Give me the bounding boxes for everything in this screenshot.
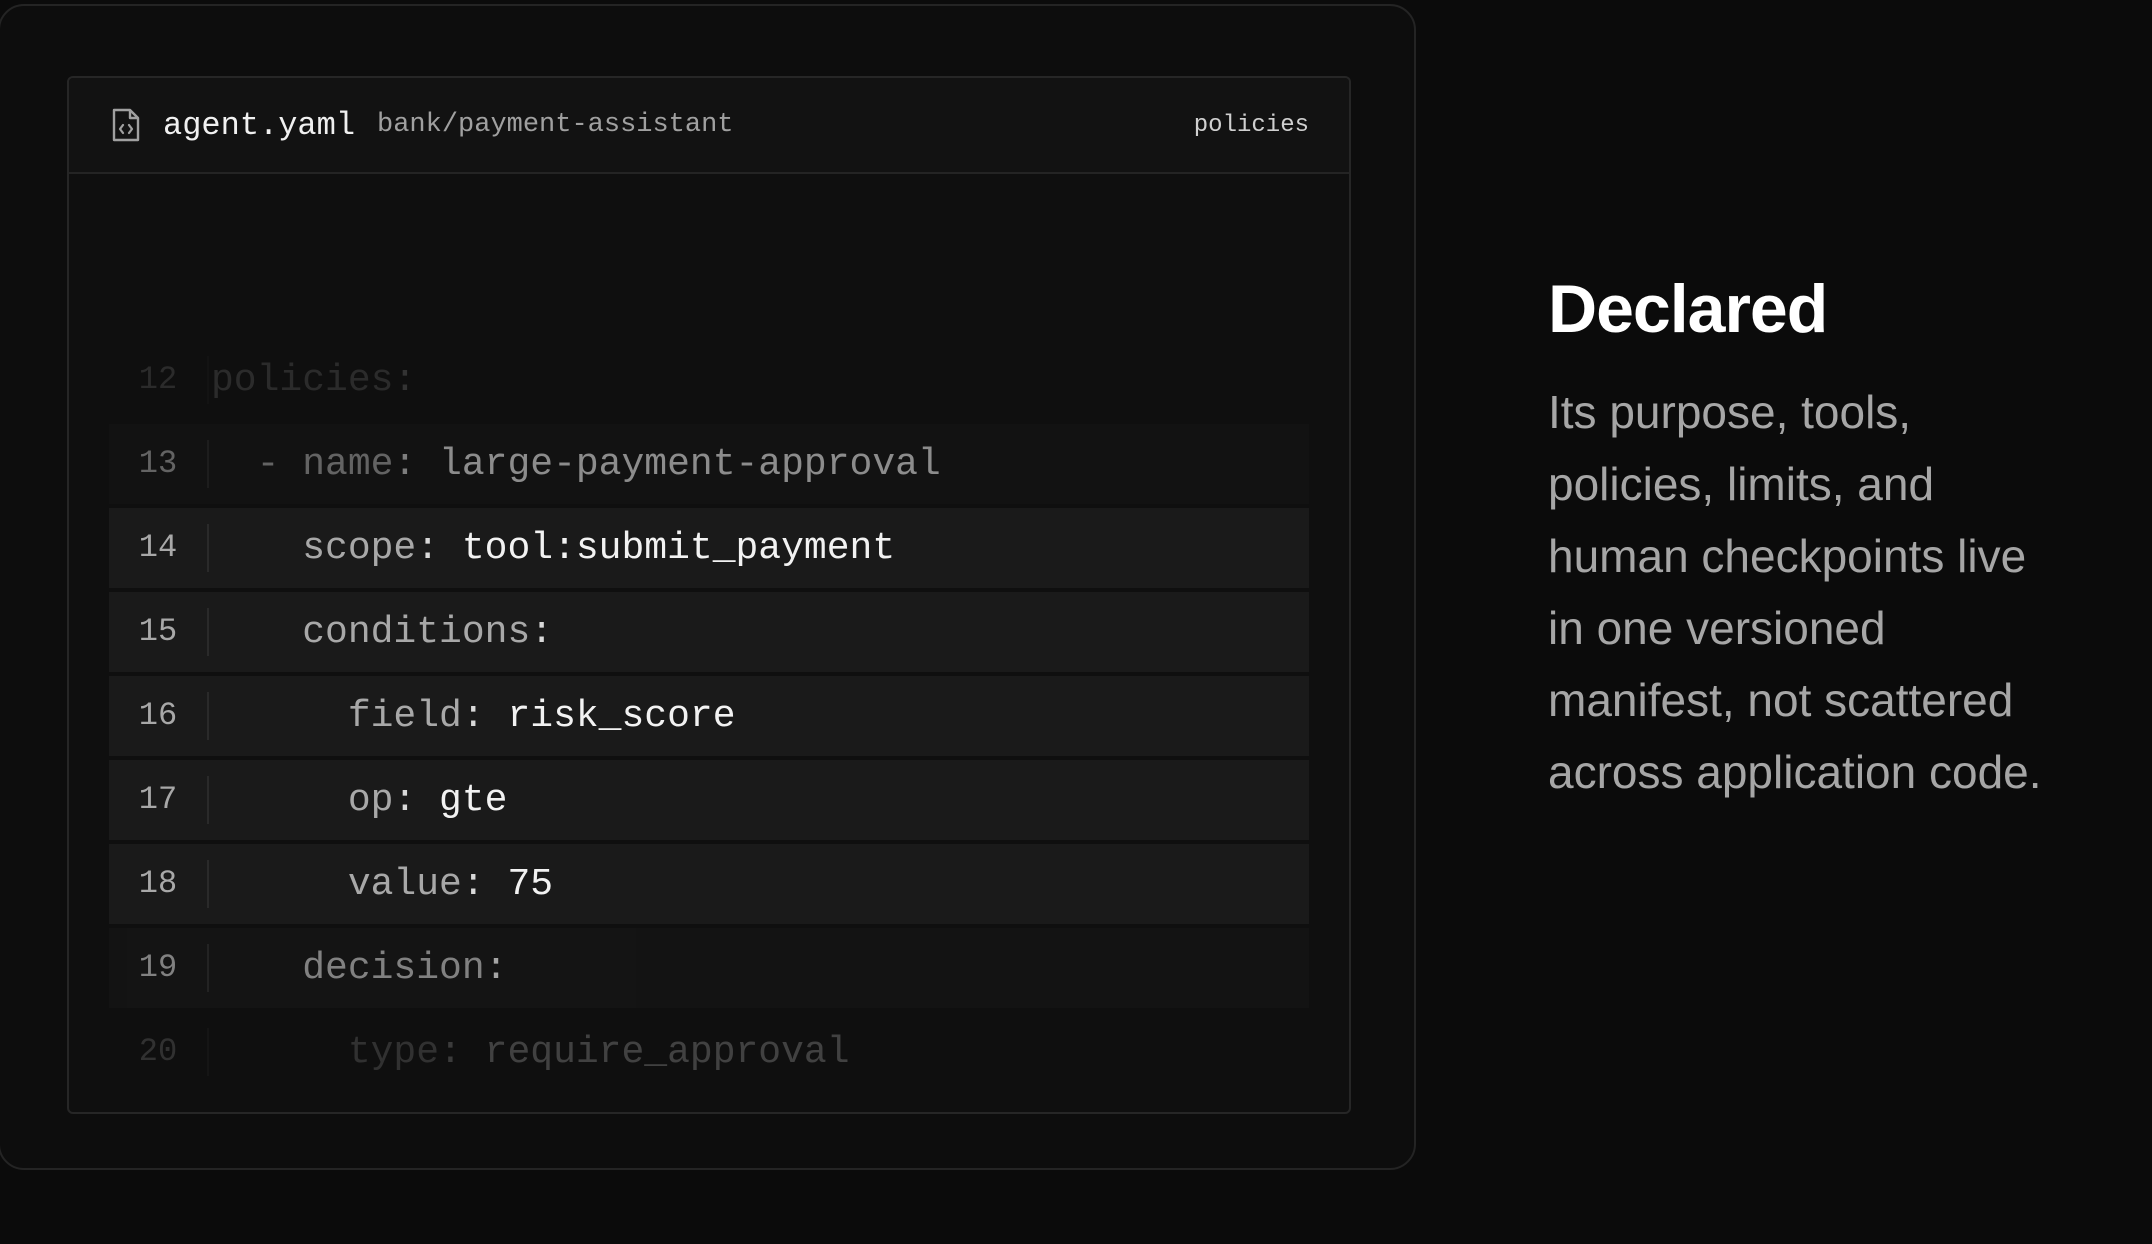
yaml-value: gte <box>439 778 508 822</box>
line-number: 13 <box>109 440 209 488</box>
feature-title: Declared <box>1548 271 1828 347</box>
yaml-key: decision <box>302 946 485 990</box>
line-number: 14 <box>109 524 209 572</box>
yaml-key: conditions <box>302 610 531 654</box>
feature-panel: Declared Its purpose, tools, policies, l… <box>1548 270 2068 808</box>
yaml-value: large-payment-approval <box>439 442 941 486</box>
line-number: 20 <box>109 1028 209 1076</box>
line-number: 17 <box>109 776 209 824</box>
section-tag[interactable]: policies <box>1194 112 1309 139</box>
file-name[interactable]: agent.yaml <box>163 107 355 144</box>
line-code: type: require_approval <box>347 1030 850 1074</box>
yaml-key: name <box>302 442 394 486</box>
yaml-value: risk_score <box>507 694 736 738</box>
line-code: op: gte <box>347 778 508 822</box>
yaml-key: field <box>347 694 462 738</box>
yaml-value: 75 <box>507 862 554 906</box>
feature-description: Its purpose, tools, policies, limits, an… <box>1548 386 2042 798</box>
line-number: 19 <box>109 944 209 992</box>
yaml-value: tool:submit_payment <box>461 526 896 570</box>
line-code: - name: large-payment-approval <box>256 442 941 486</box>
line-number: 18 <box>109 860 209 908</box>
yaml-key: value <box>347 862 462 906</box>
line-number: 15 <box>109 608 209 656</box>
file-path: bank/payment-assistant <box>377 110 734 140</box>
code-line: 19 decision: <box>109 928 1309 1008</box>
line-code: scope: tool:submit_payment <box>302 526 896 570</box>
line-code: decision: <box>302 946 508 990</box>
code-area: 12 policies: 13 - name: large-payment-ap… <box>109 340 1309 1096</box>
line-code: value: 75 <box>347 862 554 906</box>
line-code: conditions: <box>302 610 554 654</box>
yaml-key: policies <box>211 358 394 402</box>
yaml-key: scope <box>302 526 417 570</box>
code-line: 17 op: gte <box>109 760 1309 840</box>
code-line: 18 value: 75 <box>109 844 1309 924</box>
code-line: 13 - name: large-payment-approval <box>109 424 1309 504</box>
line-code: field: risk_score <box>347 694 736 738</box>
line-number: 12 <box>109 356 209 404</box>
line-number: 16 <box>109 692 209 740</box>
yaml-key: op <box>347 778 394 822</box>
yaml-value: require_approval <box>484 1030 850 1074</box>
code-line: 15 conditions: <box>109 592 1309 672</box>
file-code-icon <box>111 108 141 142</box>
line-code: policies: <box>211 358 417 402</box>
code-line: 14 scope: tool:submit_payment <box>109 508 1309 588</box>
code-line: 16 field: risk_score <box>109 676 1309 756</box>
code-line: 12 policies: <box>109 340 1309 420</box>
outer-card: agent.yaml bank/payment-assistant polici… <box>0 4 1416 1170</box>
code-line: 20 type: require_approval <box>109 1012 1309 1092</box>
code-editor: agent.yaml bank/payment-assistant polici… <box>67 76 1351 1114</box>
editor-header: agent.yaml bank/payment-assistant polici… <box>69 78 1349 174</box>
yaml-key: type <box>347 1030 440 1074</box>
